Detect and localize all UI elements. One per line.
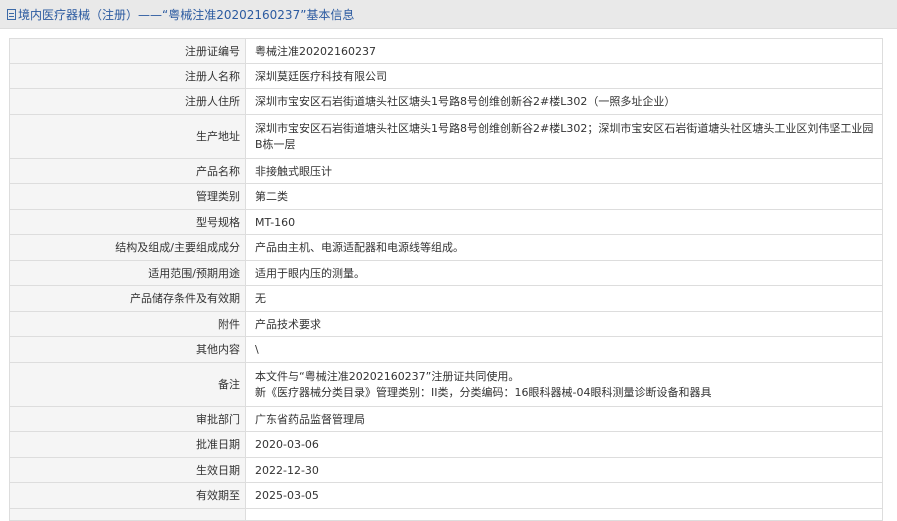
row-label: 结构及组成/主要组成成分 (9, 234, 246, 261)
row-label: 管理类别 (9, 183, 246, 210)
row-label: 审批部门 (9, 406, 246, 432)
row-label: 备注 (9, 362, 246, 407)
remark-line-2: 新《医疗器械分类目录》管理类别：II类，分类编码：16眼科器械-04眼科测量诊断… (255, 385, 712, 399)
row-value: 深圳莫廷医疗科技有限公司 (245, 63, 883, 89)
table-row: 批准日期 2020-03-06 (9, 431, 883, 458)
row-value-empty (245, 508, 883, 521)
row-value: 适用于眼内压的测量。 (245, 260, 883, 286)
table-row: 有效期至 2025-03-05 (9, 482, 883, 509)
table-row: 生效日期 2022-12-30 (9, 457, 883, 483)
row-value: 产品技术要求 (245, 311, 883, 337)
table-row: 注册人名称 深圳莫廷医疗科技有限公司 (9, 63, 883, 89)
row-label: 型号规格 (9, 209, 246, 235)
row-value: MT-160 (245, 209, 883, 235)
row-label: 注册人名称 (9, 63, 246, 89)
row-label: 其他内容 (9, 336, 246, 363)
row-value: 深圳市宝安区石岩街道塘头社区塘头1号路8号创维创新谷2#楼L302（一照多址企业… (245, 88, 883, 115)
table-row: 产品名称 非接触式眼压计 (9, 158, 883, 184)
table-row: 审批部门 广东省药品监督管理局 (9, 406, 883, 432)
row-value: 2025-03-05 (245, 482, 883, 509)
document-icon (7, 8, 16, 20)
page-header: 境内医疗器械（注册）——“粤械注准20202160237”基本信息 (0, 0, 897, 29)
row-value: 第二类 (245, 183, 883, 210)
table-row: 生产地址 深圳市宝安区石岩街道塘头社区塘头1号路8号创维创新谷2#楼L302；深… (9, 114, 883, 159)
row-value: 2022-12-30 (245, 457, 883, 483)
table-row: 其他内容 \ (9, 336, 883, 363)
row-value: 深圳市宝安区石岩街道塘头社区塘头1号路8号创维创新谷2#楼L302；深圳市宝安区… (245, 114, 883, 159)
row-label: 生效日期 (9, 457, 246, 483)
row-label: 有效期至 (9, 482, 246, 509)
row-label: 生产地址 (9, 114, 246, 159)
row-label-empty (9, 508, 246, 521)
info-table-container: 注册证编号 粤械注准20202160237 注册人名称 深圳莫廷医疗科技有限公司… (9, 38, 883, 521)
info-table: 注册证编号 粤械注准20202160237 注册人名称 深圳莫廷医疗科技有限公司… (9, 38, 883, 521)
row-label: 产品名称 (9, 158, 246, 184)
row-value: 本文件与“粤械注准20202160237”注册证共同使用。 新《医疗器械分类目录… (245, 362, 883, 407)
table-row: 注册证编号 粤械注准20202160237 (9, 38, 883, 64)
row-value: 非接触式眼压计 (245, 158, 883, 184)
table-row: 产品储存条件及有效期 无 (9, 285, 883, 312)
row-value: 粤械注准20202160237 (245, 38, 883, 64)
table-row: 型号规格 MT-160 (9, 209, 883, 235)
table-row: 适用范围/预期用途 适用于眼内压的测量。 (9, 260, 883, 286)
row-label: 适用范围/预期用途 (9, 260, 246, 286)
table-row: 备注 本文件与“粤械注准20202160237”注册证共同使用。 新《医疗器械分… (9, 362, 883, 407)
row-value: \ (245, 336, 883, 363)
row-value: 2020-03-06 (245, 431, 883, 458)
page-title: 境内医疗器械（注册）——“粤械注准20202160237”基本信息 (18, 7, 355, 22)
row-label: 批准日期 (9, 431, 246, 458)
remark-line-1: 本文件与“粤械注准20202160237”注册证共同使用。 (255, 369, 520, 383)
table-row: 结构及组成/主要组成成分 产品由主机、电源适配器和电源线等组成。 (9, 234, 883, 261)
table-row: 注册人住所 深圳市宝安区石岩街道塘头社区塘头1号路8号创维创新谷2#楼L302（… (9, 88, 883, 115)
table-row: 附件 产品技术要求 (9, 311, 883, 337)
row-label: 注册人住所 (9, 88, 246, 115)
row-value: 广东省药品监督管理局 (245, 406, 883, 432)
row-value: 无 (245, 285, 883, 312)
table-row: 管理类别 第二类 (9, 183, 883, 210)
row-label: 注册证编号 (9, 38, 246, 64)
row-value: 产品由主机、电源适配器和电源线等组成。 (245, 234, 883, 261)
row-label: 产品储存条件及有效期 (9, 285, 246, 312)
table-row-partial (9, 508, 883, 521)
row-label: 附件 (9, 311, 246, 337)
